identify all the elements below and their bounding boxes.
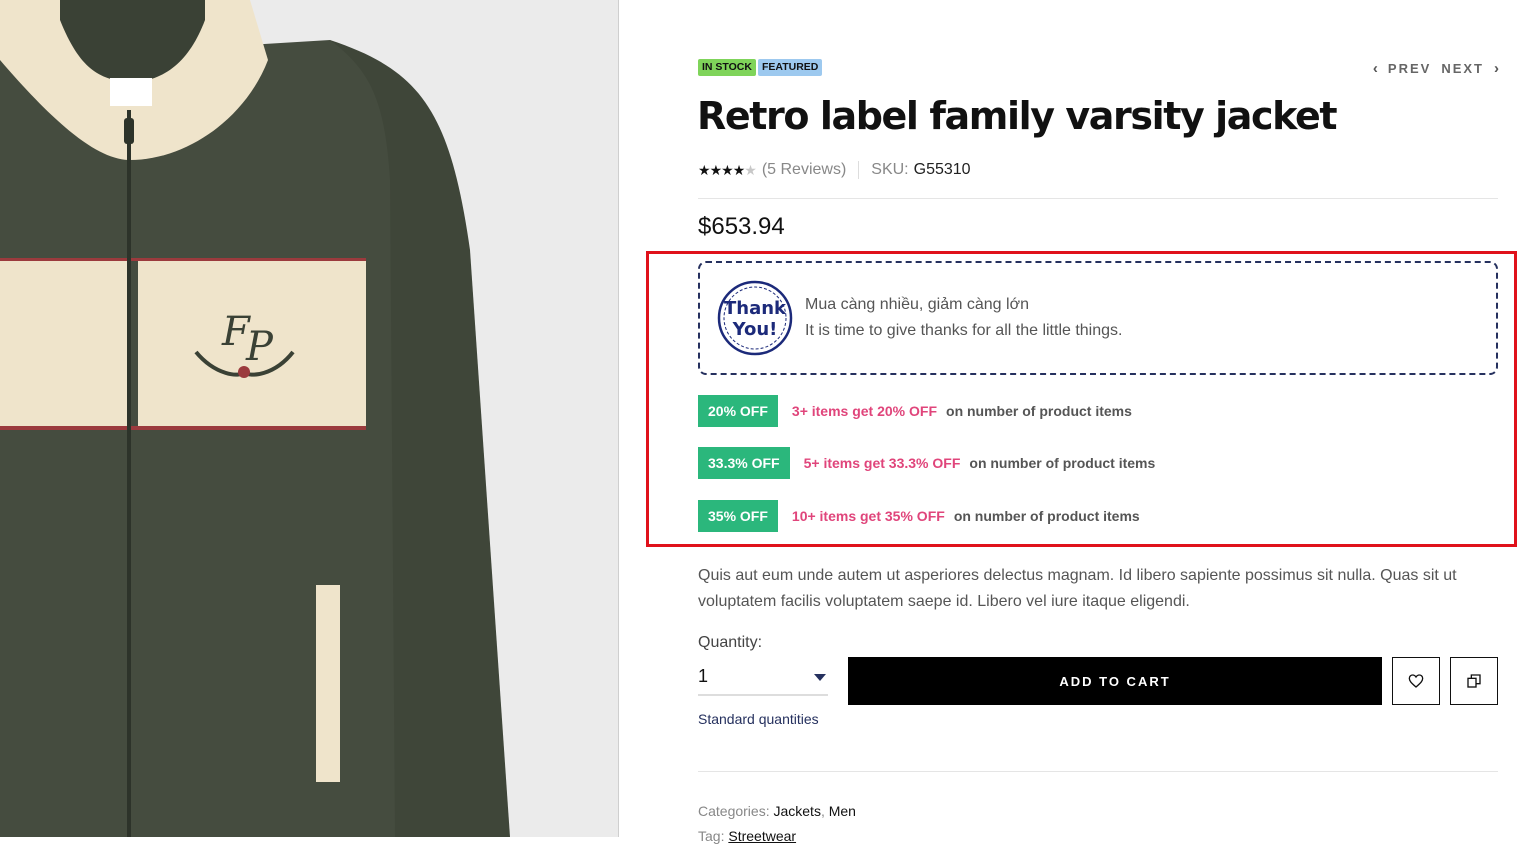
- star-filled-icon: ★: [721, 161, 734, 178]
- discount-note: on number of product items: [946, 403, 1132, 419]
- tag-link[interactable]: Streetwear: [728, 828, 796, 844]
- separator: [858, 161, 860, 179]
- quantity-label: Quantity:: [698, 634, 763, 651]
- discount-rule: 10+ items get 35% OFF: [791, 508, 945, 524]
- jacket-illustration: F P: [0, 0, 618, 837]
- in-stock-badge: IN STOCK: [698, 59, 756, 76]
- next-link[interactable]: NEXT: [1441, 61, 1484, 76]
- category-link[interactable]: Men: [829, 803, 856, 819]
- heart-icon: [1408, 674, 1424, 688]
- discount-rule: 3+ items get 20% OFF: [791, 403, 938, 419]
- divider: [698, 771, 1498, 772]
- tags-label: Tag:: [698, 828, 725, 844]
- promo-banner: Thank You! Mua càng nhiều, giảm càng lớn…: [698, 261, 1498, 375]
- standard-quantities-link[interactable]: Standard quantities: [698, 711, 819, 727]
- tags-row: Tag: Streetwear: [698, 828, 796, 844]
- quantity-value: 1: [698, 666, 709, 686]
- svg-text:P: P: [245, 324, 274, 370]
- promo-title: Mua càng nhiều, giảm càng lớn: [805, 296, 1029, 313]
- wishlist-button[interactable]: [1392, 657, 1440, 705]
- discount-rule: 5+ items get 33.3% OFF: [803, 455, 961, 471]
- categories-label: Categories:: [698, 803, 770, 819]
- discount-offer: 20% OFF 3+ items get 20% OFF on number o…: [698, 395, 1132, 427]
- svg-text:Thank: Thank: [724, 298, 787, 319]
- star-rating: ★★★★★: [698, 161, 757, 179]
- column-divider: [618, 0, 619, 837]
- featured-badge: FEATURED: [758, 59, 823, 76]
- star-filled-icon: ★: [698, 161, 711, 178]
- discount-note: on number of product items: [969, 455, 1156, 471]
- star-empty-icon: ★: [744, 161, 757, 178]
- chevron-right-icon[interactable]: ›: [1494, 60, 1499, 77]
- discount-note: on number of product items: [953, 508, 1140, 524]
- chevron-left-icon[interactable]: ‹: [1373, 60, 1378, 77]
- discount-tag: 33.3% OFF: [698, 447, 790, 479]
- compare-button[interactable]: [1450, 657, 1498, 705]
- caret-down-icon: [814, 674, 826, 681]
- product-description: Quis aut eum unde autem ut asperiores de…: [698, 567, 1457, 610]
- svg-text:You!: You!: [732, 319, 778, 340]
- product-image[interactable]: F P: [0, 0, 618, 837]
- divider: [698, 198, 1498, 199]
- sku-value: G55310: [913, 161, 971, 178]
- categories-row: Categories: Jackets, Men: [698, 803, 856, 819]
- discount-offer: 35% OFF 10+ items get 35% OFF on number …: [698, 500, 1140, 532]
- promo-subtitle: It is time to give thanks for all the li…: [805, 322, 1123, 339]
- discount-offer: 33.3% OFF 5+ items get 33.3% OFF on numb…: [698, 447, 1155, 479]
- discount-tag: 20% OFF: [698, 395, 778, 427]
- product-title: Retro label family varsity jacket: [697, 94, 1338, 138]
- product-pagination: ‹ PREV NEXT ›: [1373, 60, 1499, 77]
- category-link[interactable]: Jackets: [773, 803, 820, 819]
- prev-link[interactable]: PREV: [1388, 61, 1431, 76]
- product-price: $653.94: [698, 213, 785, 240]
- quantity-select[interactable]: 1: [698, 660, 828, 696]
- compare-icon: [1467, 674, 1481, 688]
- reviews-link[interactable]: (5 Reviews): [762, 161, 846, 179]
- star-filled-icon: ★: [732, 161, 746, 178]
- star-filled-icon: ★: [709, 161, 723, 178]
- thank-you-stamp-icon: Thank You!: [717, 280, 793, 356]
- add-to-cart-button[interactable]: ADD TO CART: [848, 657, 1382, 705]
- rating-row: ★★★★★ (5 Reviews) SKU: G55310: [698, 161, 971, 179]
- discount-tag: 35% OFF: [698, 500, 778, 532]
- sku-label: SKU:: [871, 161, 909, 178]
